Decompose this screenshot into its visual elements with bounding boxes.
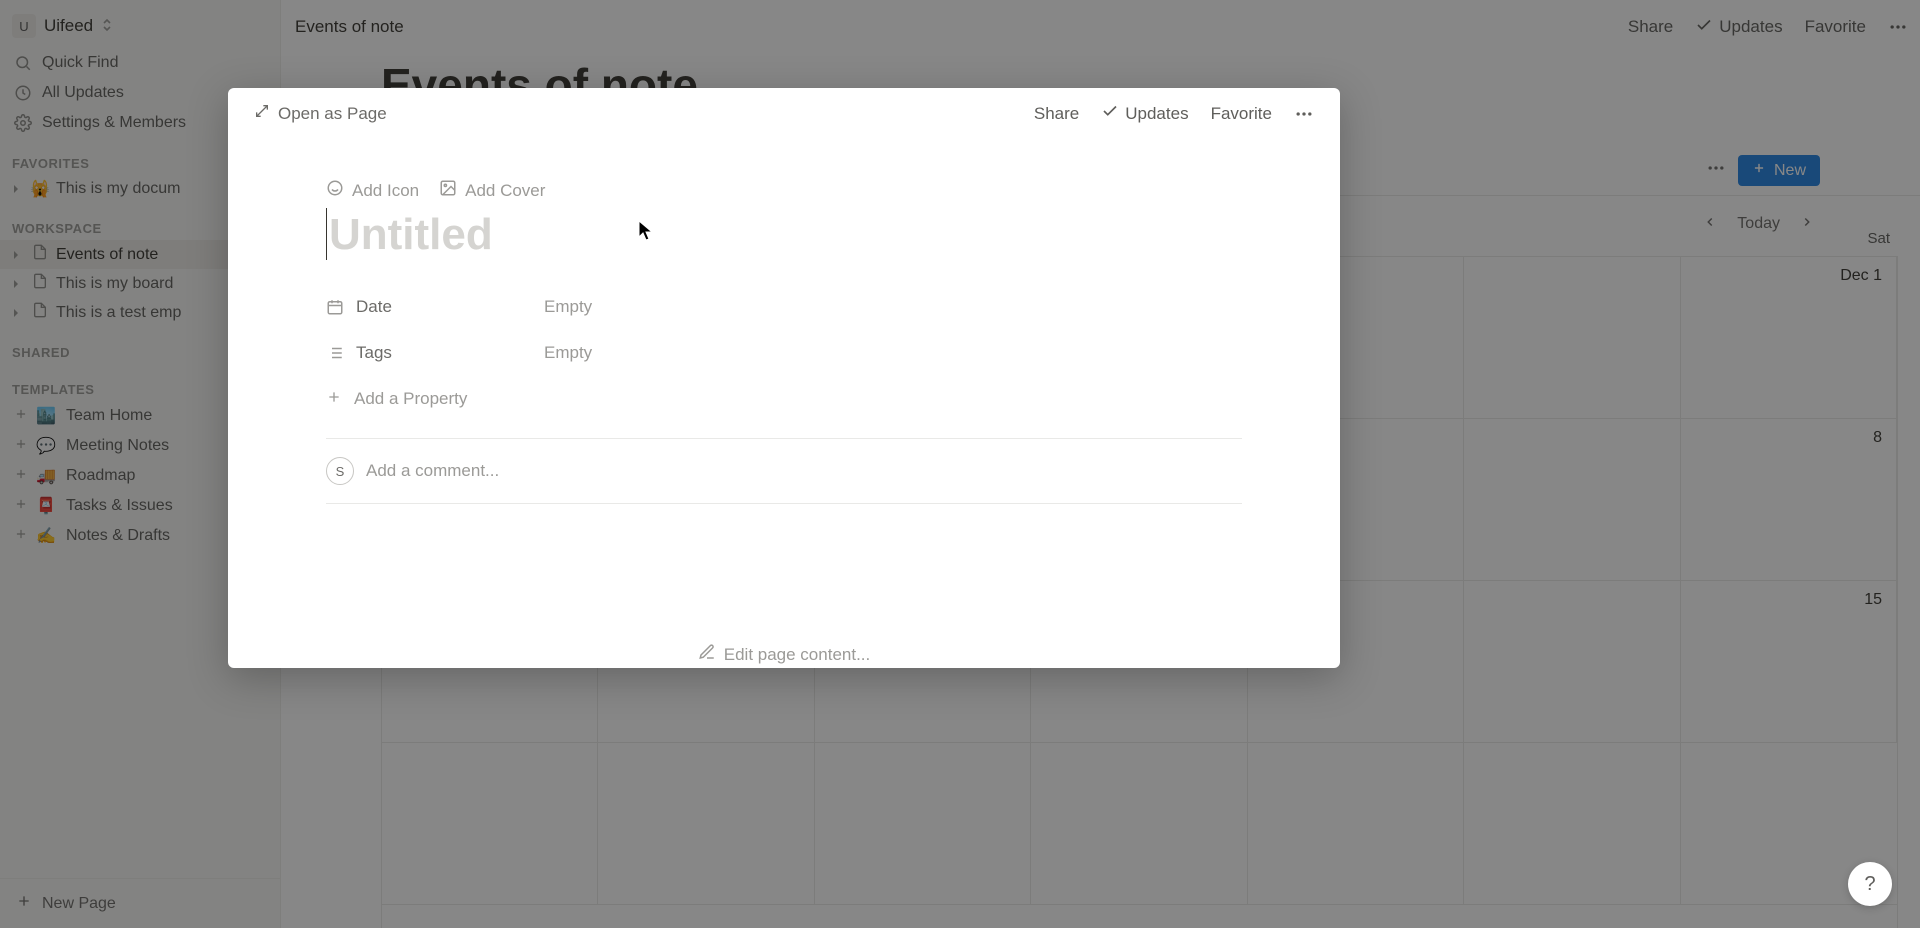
divider <box>326 438 1242 439</box>
comment-input[interactable]: Add a comment... <box>366 461 499 481</box>
smile-icon <box>326 179 344 202</box>
pencil-icon <box>698 643 716 666</box>
property-date-value[interactable]: Empty <box>544 297 592 317</box>
modal-favorite-button[interactable]: Favorite <box>1211 104 1272 124</box>
expand-icon <box>254 103 270 124</box>
list-icon <box>326 344 344 362</box>
modal-more-icon[interactable] <box>1294 104 1314 124</box>
edit-content-button[interactable]: Edit page content... <box>228 643 1340 666</box>
modal-share-button[interactable]: Share <box>1034 104 1079 124</box>
divider <box>326 503 1242 504</box>
avatar: S <box>326 457 354 485</box>
add-property-button[interactable]: Add a Property <box>326 376 1242 422</box>
calendar-icon <box>326 298 344 316</box>
check-icon <box>1101 102 1119 125</box>
open-as-page-button[interactable]: Open as Page <box>254 103 387 124</box>
add-icon-button[interactable]: Add Icon <box>326 179 419 202</box>
add-cover-button[interactable]: Add Cover <box>439 179 545 202</box>
title-placeholder: Untitled <box>329 210 493 259</box>
page-modal: Open as Page Share Updates Favorite Add … <box>228 88 1340 668</box>
open-as-page-label: Open as Page <box>278 104 387 124</box>
image-icon <box>439 179 457 202</box>
property-tags[interactable]: Tags <box>326 343 544 363</box>
title-input[interactable]: Untitled <box>326 208 1242 260</box>
modal-updates-button[interactable]: Updates <box>1101 102 1188 125</box>
help-button[interactable]: ? <box>1848 862 1892 906</box>
property-date[interactable]: Date <box>326 297 544 317</box>
plus-icon <box>326 389 342 410</box>
property-tags-value[interactable]: Empty <box>544 343 592 363</box>
